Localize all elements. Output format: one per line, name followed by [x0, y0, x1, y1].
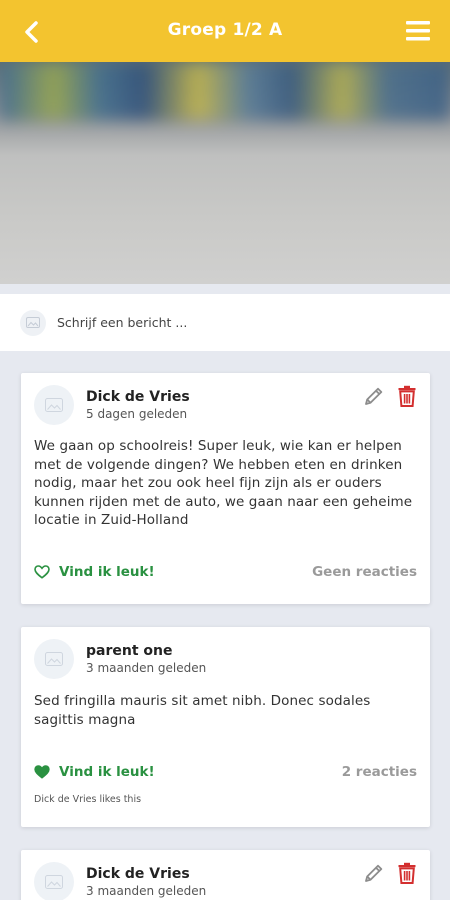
post-author: Dick de Vries	[86, 389, 190, 405]
image-placeholder-icon	[26, 317, 40, 328]
delete-button[interactable]	[397, 385, 417, 407]
heart-filled-icon	[34, 765, 50, 779]
pencil-icon	[365, 864, 383, 882]
post-body: Sed fringilla mauris sit amet nibh. Done…	[34, 693, 371, 728]
like-label: Vind ik leuk!	[59, 764, 155, 780]
pencil-icon	[365, 387, 383, 405]
avatar	[34, 639, 74, 679]
trash-icon	[398, 862, 416, 884]
post-card: Dick de Vries 3 maanden geleden	[21, 850, 430, 900]
post-author: parent one	[86, 643, 173, 659]
avatar	[34, 385, 74, 425]
like-button[interactable]: Vind ik leuk!	[34, 764, 155, 780]
delete-button[interactable]	[397, 862, 417, 884]
post-time: 5 dagen geleden	[86, 407, 188, 421]
post-card: Dick de Vries 5 dagen geleden We gaan op…	[21, 373, 430, 604]
avatar	[20, 309, 46, 336]
menu-button[interactable]	[404, 18, 432, 44]
reactions-link[interactable]: Geen reacties	[312, 564, 417, 580]
post-body: We gaan op schoolreis! Super leuk, wie k…	[34, 438, 413, 528]
image-placeholder-icon	[45, 398, 63, 412]
edit-button[interactable]	[363, 385, 385, 407]
trash-icon	[398, 385, 416, 407]
composer-placeholder[interactable]: Schrijf een bericht ...	[57, 315, 187, 330]
post-card: parent one 3 maanden geleden Sed fringil…	[21, 627, 430, 827]
reactions-link[interactable]: 2 reacties	[342, 764, 417, 780]
likes-summary: Dick de Vries likes this	[34, 794, 142, 805]
post-time: 3 maanden geleden	[86, 884, 207, 898]
top-bar: Groep 1/2 A	[0, 0, 450, 62]
hamburger-menu-icon	[406, 21, 430, 41]
new-message-composer[interactable]: Schrijf een bericht ...	[0, 294, 450, 351]
page-title: Groep 1/2 A	[167, 20, 283, 40]
post-author: Dick de Vries	[86, 866, 190, 882]
like-label: Vind ik leuk!	[59, 564, 155, 580]
edit-button[interactable]	[363, 862, 385, 884]
image-placeholder-icon	[45, 875, 63, 889]
post-time: 3 maanden geleden	[86, 661, 207, 675]
heart-outline-icon	[34, 565, 50, 579]
group-banner-image	[0, 62, 450, 284]
image-placeholder-icon	[45, 652, 63, 666]
like-button[interactable]: Vind ik leuk!	[34, 564, 155, 580]
avatar	[34, 862, 74, 900]
